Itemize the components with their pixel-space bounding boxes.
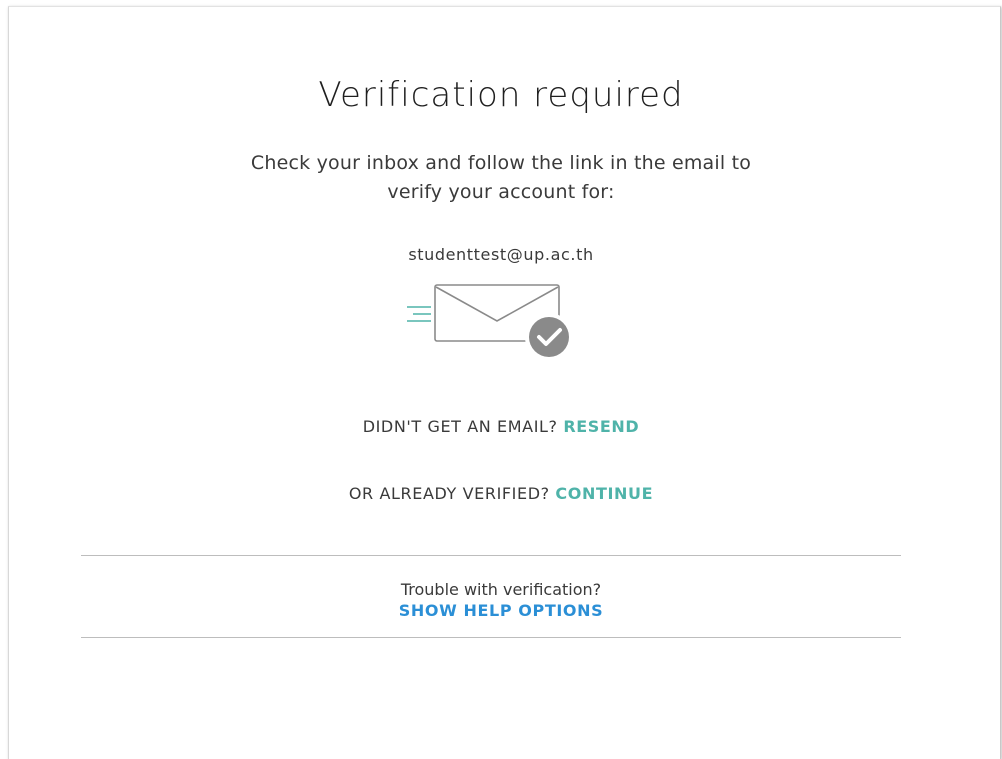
verification-card: Verification required Check your inbox a… (8, 6, 1001, 759)
envelope-check-icon (399, 277, 599, 367)
continue-row: OR ALREADY VERIFIED? CONTINUE (9, 484, 993, 503)
show-help-options-link[interactable]: SHOW HELP OPTIONS (9, 601, 993, 620)
account-email: studenttest@up.ac.th (408, 245, 594, 264)
instructions-text: Check your inbox and follow the link in … (9, 149, 993, 207)
continue-link[interactable]: CONTINUE (555, 484, 653, 503)
help-question: Trouble with verification? (400, 580, 602, 599)
continue-prompt: OR ALREADY VERIFIED? (348, 484, 550, 503)
resend-row: DIDN'T GET AN EMAIL? RESEND (9, 417, 993, 436)
resend-link[interactable]: RESEND (563, 417, 639, 436)
divider-top (81, 555, 901, 556)
instructions-line-2: verify your account for: (387, 181, 615, 203)
page: Verification required Check your inbox a… (0, 0, 1002, 759)
page-title: Verification required (318, 75, 684, 115)
instructions-line-1: Check your inbox and follow the link in … (250, 152, 752, 174)
divider-bottom (81, 637, 901, 638)
resend-prompt: DIDN'T GET AN EMAIL? (362, 417, 558, 436)
